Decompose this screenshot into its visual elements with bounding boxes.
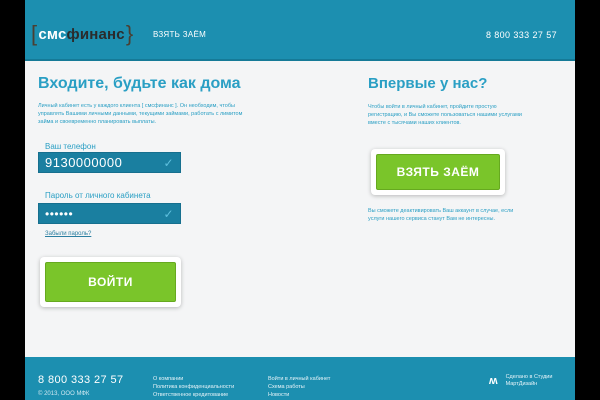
login-title: Входите, будьте как дома <box>38 75 241 92</box>
checkmark-icon: ✓ <box>163 207 174 221</box>
studio-line2: МартДизайн <box>505 381 538 387</box>
checkmark-icon: ✓ <box>163 156 174 170</box>
footer-link-news[interactable]: Новости <box>268 391 330 399</box>
login-button[interactable]: ВОЙТИ <box>45 262 176 302</box>
phone-input[interactable]: 9130000000 ✓ <box>38 152 181 173</box>
logo-text-part1: смс <box>38 25 67 43</box>
footer-link-cabinet[interactable]: Войти в личный кабинет <box>268 375 330 383</box>
studio-logo-icon: ʍ <box>489 375 498 387</box>
footer-link-privacy[interactable]: Политика конфиденциальности <box>153 383 234 391</box>
page: [ смс финанс } ВЗЯТЬ ЗАЁМ 8 800 333 27 5… <box>25 0 575 400</box>
studio-credit[interactable]: ʍ Сделано в Студии МартДизайн <box>489 374 552 388</box>
footer-link-about[interactable]: О компании <box>153 375 234 383</box>
footer-links-col1: О компании Политика конфиденциальности О… <box>153 375 234 399</box>
logo[interactable]: [ смс финанс } <box>31 23 133 45</box>
deactivate-note: Вы сможете деактивировать Ваш аккаунт в … <box>368 208 514 222</box>
forgot-password-link[interactable]: Забыли пароль? <box>45 231 91 237</box>
logo-bracket-close: } <box>125 21 134 46</box>
login-button-frame: ВОЙТИ <box>40 257 181 307</box>
site-footer: 8 800 333 27 57 © 2013, ООО МФК О компан… <box>25 357 575 400</box>
nav-take-loan-link[interactable]: ВЗЯТЬ ЗАЁМ <box>153 30 206 39</box>
studio-credit-text: Сделано в Студии МартДизайн <box>506 374 553 388</box>
footer-link-responsible-lending[interactable]: Ответственное кредитование <box>153 391 234 399</box>
login-description: Личный кабинет есть у каждого клиента [ … <box>38 103 243 125</box>
take-loan-button[interactable]: ВЗЯТЬ ЗАЁМ <box>376 154 500 190</box>
newcomer-title: Впервые у нас? <box>368 75 488 92</box>
studio-line1: Сделано в Студии <box>505 374 553 380</box>
take-loan-button-frame: ВЗЯТЬ ЗАЁМ <box>371 149 505 195</box>
password-input[interactable]: •••••• ✓ <box>38 203 181 224</box>
phone-input-value: 9130000000 <box>45 155 123 170</box>
logo-text-part2: финанс <box>66 25 125 43</box>
footer-copyright: © 2013, ООО МФК <box>38 391 90 397</box>
newcomer-description: Чтобы войти в личный кабинет, пройдите п… <box>368 104 522 126</box>
site-header: [ смс финанс } ВЗЯТЬ ЗАЁМ 8 800 333 27 5… <box>25 0 575 61</box>
password-input-value: •••••• <box>45 206 74 221</box>
footer-link-how-it-works[interactable]: Схема работы <box>268 383 330 391</box>
footer-links-col2: Войти в личный кабинет Схема работы Ново… <box>268 375 330 399</box>
password-label: Пароль от личного кабинета <box>45 191 151 200</box>
footer-phone: 8 800 333 27 57 <box>38 374 124 386</box>
logo-bracket-open: [ <box>31 21 38 46</box>
header-phone: 8 800 333 27 57 <box>485 30 557 40</box>
phone-label: Ваш телефон <box>45 142 96 151</box>
